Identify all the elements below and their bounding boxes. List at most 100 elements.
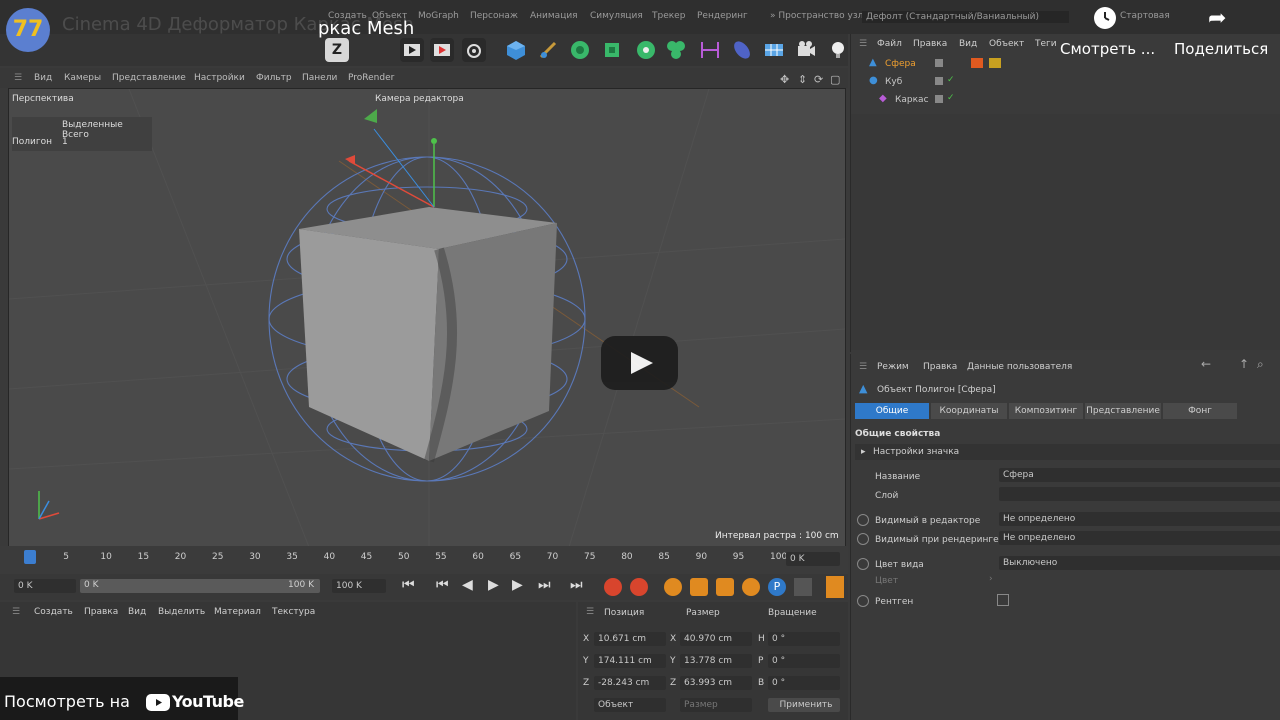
- object-list-empty-area[interactable]: [851, 114, 1280, 350]
- prev-key-icon[interactable]: ⏮: [436, 577, 449, 593]
- position-y-field[interactable]: 174.111 cm: [594, 654, 666, 668]
- menu-tracker[interactable]: Трекер: [652, 11, 685, 21]
- viewport-menu-prorender[interactable]: ProRender: [348, 73, 394, 83]
- object-row-sphere[interactable]: ▲ Сфера: [851, 56, 1280, 74]
- object-row-cube[interactable]: ● Куб ✓: [851, 74, 1280, 92]
- object-menu-view[interactable]: Вид: [959, 39, 977, 49]
- share-label[interactable]: Поделиться: [1174, 40, 1268, 58]
- position-key-icon[interactable]: [690, 578, 708, 596]
- timeline-playhead[interactable]: [24, 550, 36, 564]
- attribute-menu-userdata[interactable]: Данные пользователя: [967, 362, 1072, 372]
- render-settings-icon[interactable]: [462, 38, 486, 62]
- object-menu-file[interactable]: Файл: [877, 39, 902, 49]
- material-menu-texture[interactable]: Текстура: [272, 607, 315, 617]
- extrude-icon[interactable]: [600, 38, 624, 62]
- position-x-field[interactable]: 10.671 cm: [594, 632, 666, 646]
- layout-select[interactable]: Дефолт (Стандартный/Ваниальный): [862, 11, 1069, 23]
- mograph-cloner-icon[interactable]: [634, 38, 658, 62]
- go-to-start-icon[interactable]: ⏮: [402, 577, 415, 593]
- play-icon[interactable]: ▶: [488, 577, 499, 593]
- size-z-field[interactable]: 63.993 cm: [680, 676, 752, 690]
- share-icon[interactable]: ➦: [1208, 6, 1226, 31]
- animate-radio-icon[interactable]: [857, 514, 869, 526]
- menu-mograph[interactable]: MoGraph: [418, 11, 459, 21]
- animate-radio-icon[interactable]: [857, 595, 869, 607]
- tab-compositing[interactable]: Композитинг: [1009, 403, 1083, 419]
- search-icon[interactable]: ⌕: [1257, 357, 1264, 372]
- keyframe-selection-icon[interactable]: [664, 578, 682, 596]
- menu-character[interactable]: Персонаж: [470, 11, 518, 21]
- subdivision-icon[interactable]: [568, 38, 592, 62]
- size-x-field[interactable]: 40.970 cm: [680, 632, 752, 646]
- object-menu-object[interactable]: Объект: [989, 39, 1024, 49]
- viewport-menu-options[interactable]: Настройки: [194, 73, 245, 83]
- pen-spline-icon[interactable]: [536, 38, 560, 62]
- icon-settings-expand-icon[interactable]: ▸: [861, 447, 866, 457]
- rotation-p-field[interactable]: 0 °: [768, 654, 840, 668]
- render-icon[interactable]: [430, 38, 454, 62]
- rotation-key-icon[interactable]: [742, 578, 760, 596]
- enabled-check-icon[interactable]: ✓: [947, 93, 955, 103]
- floor-grid-icon[interactable]: [762, 38, 786, 62]
- timeline-window-icon[interactable]: [826, 576, 844, 598]
- material-menu-create[interactable]: Создать: [34, 607, 73, 617]
- prev-frame-icon[interactable]: ◀: [462, 577, 473, 593]
- uvw-tag-icon[interactable]: [971, 58, 983, 68]
- material-menu-select[interactable]: Выделить: [158, 607, 205, 617]
- menu-render[interactable]: Рендеринг: [697, 11, 748, 21]
- watch-later-label[interactable]: Смотреть ...: [1060, 40, 1155, 58]
- viewport-rotate-icon[interactable]: ⟳: [814, 73, 823, 86]
- coord-size-select[interactable]: Размер: [680, 698, 752, 712]
- tab-phong[interactable]: Фонг: [1163, 403, 1237, 419]
- apply-button[interactable]: Применить: [768, 698, 840, 712]
- menu-simulation[interactable]: Симуляция: [590, 11, 643, 21]
- visibility-toggle-icon[interactable]: [935, 95, 943, 103]
- timeline-ruler[interactable]: 0510152025303540455055606570758085909510…: [0, 546, 848, 574]
- array-icon[interactable]: [664, 38, 688, 62]
- back-arrow-icon[interactable]: ←: [1201, 357, 1211, 371]
- play-button[interactable]: [601, 336, 678, 390]
- point-level-key-icon[interactable]: [794, 578, 812, 596]
- next-key-icon[interactable]: ⏭: [538, 577, 551, 593]
- enabled-check-icon[interactable]: ✓: [947, 75, 955, 85]
- 3d-viewport[interactable]: Перспектива Камера редактора Выделенные …: [8, 88, 846, 548]
- size-y-field[interactable]: 13.778 cm: [680, 654, 752, 668]
- attribute-menu-edit[interactable]: Правка: [923, 362, 957, 372]
- go-to-end-icon[interactable]: ⏭: [570, 577, 583, 593]
- selection-tag-icon[interactable]: [989, 58, 1001, 68]
- up-arrow-icon[interactable]: ↑: [1239, 357, 1249, 371]
- animate-radio-icon[interactable]: [857, 533, 869, 545]
- frame-range-slider[interactable]: 0 K 100 K: [80, 579, 320, 593]
- field-capsule-icon[interactable]: [730, 38, 754, 62]
- object-menu-tags[interactable]: Теги: [1035, 39, 1057, 49]
- viewport-menu-filter[interactable]: Фильтр: [256, 73, 292, 83]
- viewport-menu-view[interactable]: Вид: [34, 73, 52, 83]
- visible-editor-select[interactable]: Не определено: [999, 512, 1280, 526]
- viewport-menu-panels[interactable]: Панели: [302, 73, 337, 83]
- rotation-b-field[interactable]: 0 °: [768, 676, 840, 690]
- viewport-maximize-icon[interactable]: ▢: [830, 73, 840, 86]
- cube-primitive-icon[interactable]: [504, 38, 528, 62]
- deformer-bend-icon[interactable]: [698, 38, 722, 62]
- animate-radio-icon[interactable]: [857, 558, 869, 570]
- material-menu-view[interactable]: Вид: [128, 607, 146, 617]
- camera-icon[interactable]: [794, 38, 818, 62]
- channel-avatar[interactable]: 77: [6, 8, 50, 52]
- start-frame-field[interactable]: 0 K: [14, 579, 76, 593]
- render-view-icon[interactable]: [400, 38, 424, 62]
- layer-field[interactable]: [999, 487, 1280, 501]
- tab-basic[interactable]: Общие: [855, 403, 929, 419]
- object-name-cube[interactable]: Куб: [885, 77, 902, 87]
- icon-settings-group[interactable]: ▸ Настройки значка: [855, 444, 1280, 460]
- viewport-menu-cameras[interactable]: Камеры: [64, 73, 101, 83]
- menu-animation[interactable]: Анимация: [530, 11, 578, 21]
- camera-label[interactable]: Камера редактора: [375, 94, 464, 104]
- object-name-mesh[interactable]: Каркас: [895, 95, 929, 105]
- attribute-menu-mode[interactable]: Режим: [877, 362, 909, 372]
- z-axis-button[interactable]: Z: [325, 38, 349, 62]
- rotation-h-field[interactable]: 0 °: [768, 632, 840, 646]
- record-icon[interactable]: [604, 578, 622, 596]
- object-name-sphere[interactable]: Сфера: [885, 59, 916, 69]
- material-menu-edit[interactable]: Правка: [84, 607, 118, 617]
- next-frame-icon[interactable]: ▶: [512, 577, 523, 593]
